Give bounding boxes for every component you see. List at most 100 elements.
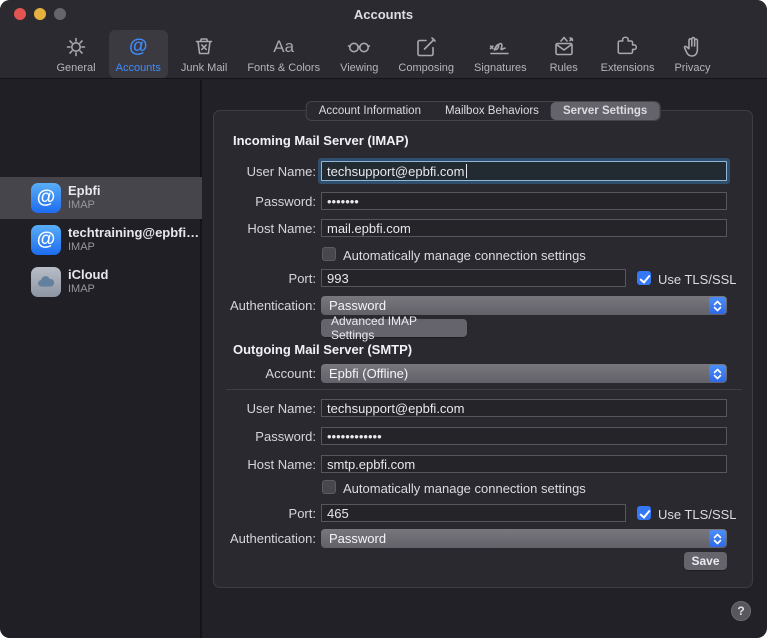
incoming-port-field[interactable]: 993 [321, 269, 626, 287]
account-type: IMAP [68, 283, 95, 295]
toolbar-label: Fonts & Colors [247, 62, 320, 74]
outgoing-authentication-dropdown[interactable]: Password [321, 529, 727, 548]
outgoing-password-row: Password: •••••••••••• [214, 427, 754, 445]
toolbar-item-signatures[interactable]: Signatures [467, 30, 534, 78]
field-value: 993 [327, 271, 349, 286]
chevron-up-down-icon [709, 365, 726, 382]
compose-icon [413, 33, 439, 61]
window-title: Accounts [0, 7, 767, 22]
outgoing-tls-checkbox[interactable] [637, 506, 651, 520]
outgoing-account-dropdown[interactable]: Epbfi (Offline) [321, 364, 727, 383]
hand-icon [679, 33, 705, 61]
outgoing-host-name-row: Host Name: smtp.epbfi.com [214, 455, 754, 473]
outgoing-authentication-row: Authentication: Password [214, 529, 754, 547]
field-label: User Name: [156, 164, 316, 179]
outgoing-account-row: Account: Epbfi (Offline) [214, 364, 754, 382]
toolbar-label: Viewing [340, 62, 378, 74]
section-divider [226, 389, 742, 390]
toolbar-label: Junk Mail [181, 62, 227, 74]
account-tabs: Account Information Mailbox Behaviors Se… [306, 101, 661, 121]
checkbox-label: Use TLS/SSL [658, 507, 737, 522]
outgoing-password-field[interactable]: •••••••••••• [321, 427, 727, 445]
signature-icon [487, 33, 513, 61]
field-value: techsupport@epbfi.com [327, 401, 465, 416]
gear-icon [63, 33, 89, 61]
dropdown-value: Epbfi (Offline) [329, 366, 408, 381]
incoming-auto-manage-checkbox[interactable] [322, 247, 336, 261]
field-value: •••••••••••• [327, 429, 382, 444]
incoming-host-name-field[interactable]: mail.epbfi.com [321, 219, 727, 237]
toolbar-item-junk-mail[interactable]: Junk Mail [174, 30, 234, 78]
incoming-port-row: Port: 993 Use TLS/SSL [214, 269, 754, 287]
fonts-icon: Aa [273, 33, 294, 61]
incoming-auto-manage-row: Automatically manage connection settings [214, 247, 754, 265]
account-type: IMAP [68, 199, 95, 211]
chevron-up-down-icon [709, 297, 726, 314]
field-label: Authentication: [156, 531, 316, 546]
at-icon: @ [129, 33, 148, 61]
mail-accounts-window: Accounts General @ Accounts Junk Mail [0, 0, 767, 638]
outgoing-auto-manage-checkbox[interactable] [322, 480, 336, 494]
outgoing-section-heading: Outgoing Mail Server (SMTP) [233, 342, 412, 357]
tab-server-settings[interactable]: Server Settings [551, 102, 659, 120]
mail-at-icon: @ [31, 225, 61, 255]
field-value: smtp.epbfi.com [327, 457, 415, 472]
checkbox-label: Automatically manage connection settings [343, 248, 586, 263]
outgoing-port-field[interactable]: 465 [321, 504, 626, 522]
toolbar-label: Signatures [474, 62, 527, 74]
help-button[interactable]: ? [731, 601, 751, 621]
field-label: Authentication: [156, 298, 316, 313]
server-settings-panel: Account Information Mailbox Behaviors Se… [213, 110, 753, 588]
dropdown-value: Password [329, 531, 386, 546]
toolbar-label: Extensions [601, 62, 655, 74]
toolbar-item-fonts-colors[interactable]: Aa Fonts & Colors [240, 30, 327, 78]
tab-account-information[interactable]: Account Information [307, 102, 433, 120]
field-value: ••••••• [327, 194, 359, 209]
incoming-password-row: Password: ••••••• [214, 192, 754, 210]
field-label: Password: [156, 194, 316, 209]
toolbar-item-rules[interactable]: Rules [540, 30, 588, 78]
field-label: Account: [156, 366, 316, 381]
toolbar-item-accounts[interactable]: @ Accounts [109, 30, 168, 78]
incoming-section-heading: Incoming Mail Server (IMAP) [233, 133, 409, 148]
toolbar-item-general[interactable]: General [49, 30, 102, 78]
save-button[interactable]: Save [684, 552, 727, 570]
toolbar-label: Composing [398, 62, 454, 74]
outgoing-port-row: Port: 465 Use TLS/SSL [214, 504, 754, 522]
field-label: Port: [156, 271, 316, 286]
toolbar-label: Rules [550, 62, 578, 74]
account-type: IMAP [68, 241, 95, 253]
glasses-icon [346, 33, 372, 61]
toolbar-item-extensions[interactable]: Extensions [594, 30, 662, 78]
field-label: Host Name: [156, 221, 316, 236]
dropdown-value: Password [329, 298, 386, 313]
field-label: User Name: [156, 401, 316, 416]
incoming-host-name-row: Host Name: mail.epbfi.com [214, 219, 754, 237]
incoming-tls-checkbox[interactable] [637, 271, 651, 285]
advanced-imap-settings-button[interactable]: Advanced IMAP Settings [321, 319, 467, 337]
toolbar-label: Privacy [674, 62, 710, 74]
checkbox-label: Use TLS/SSL [658, 272, 737, 287]
incoming-user-name-field[interactable]: techsupport@epbfi.com [321, 161, 727, 181]
text-cursor [466, 164, 467, 178]
field-label: Host Name: [156, 457, 316, 472]
toolbar-label: Accounts [116, 62, 161, 74]
toolbar-item-privacy[interactable]: Privacy [667, 30, 717, 78]
toolbar-item-composing[interactable]: Composing [391, 30, 461, 78]
outgoing-user-name-field[interactable]: techsupport@epbfi.com [321, 399, 727, 417]
tab-mailbox-behaviors[interactable]: Mailbox Behaviors [433, 102, 551, 120]
preferences-toolbar: General @ Accounts Junk Mail Aa Fonts & … [0, 28, 767, 79]
mail-at-icon: @ [31, 183, 61, 213]
outgoing-host-name-field[interactable]: smtp.epbfi.com [321, 455, 727, 473]
incoming-authentication-dropdown[interactable]: Password [321, 296, 727, 315]
chevron-up-down-icon [709, 530, 726, 547]
toolbar-item-viewing[interactable]: Viewing [333, 30, 385, 78]
field-value: 465 [327, 506, 349, 521]
junk-trash-icon [191, 33, 217, 61]
toolbar-label: General [56, 62, 95, 74]
title-bar: Accounts [0, 0, 767, 28]
puzzle-icon [615, 33, 641, 61]
outgoing-user-name-row: User Name: techsupport@epbfi.com [214, 399, 754, 417]
incoming-password-field[interactable]: ••••••• [321, 192, 727, 210]
field-label: Port: [156, 506, 316, 521]
